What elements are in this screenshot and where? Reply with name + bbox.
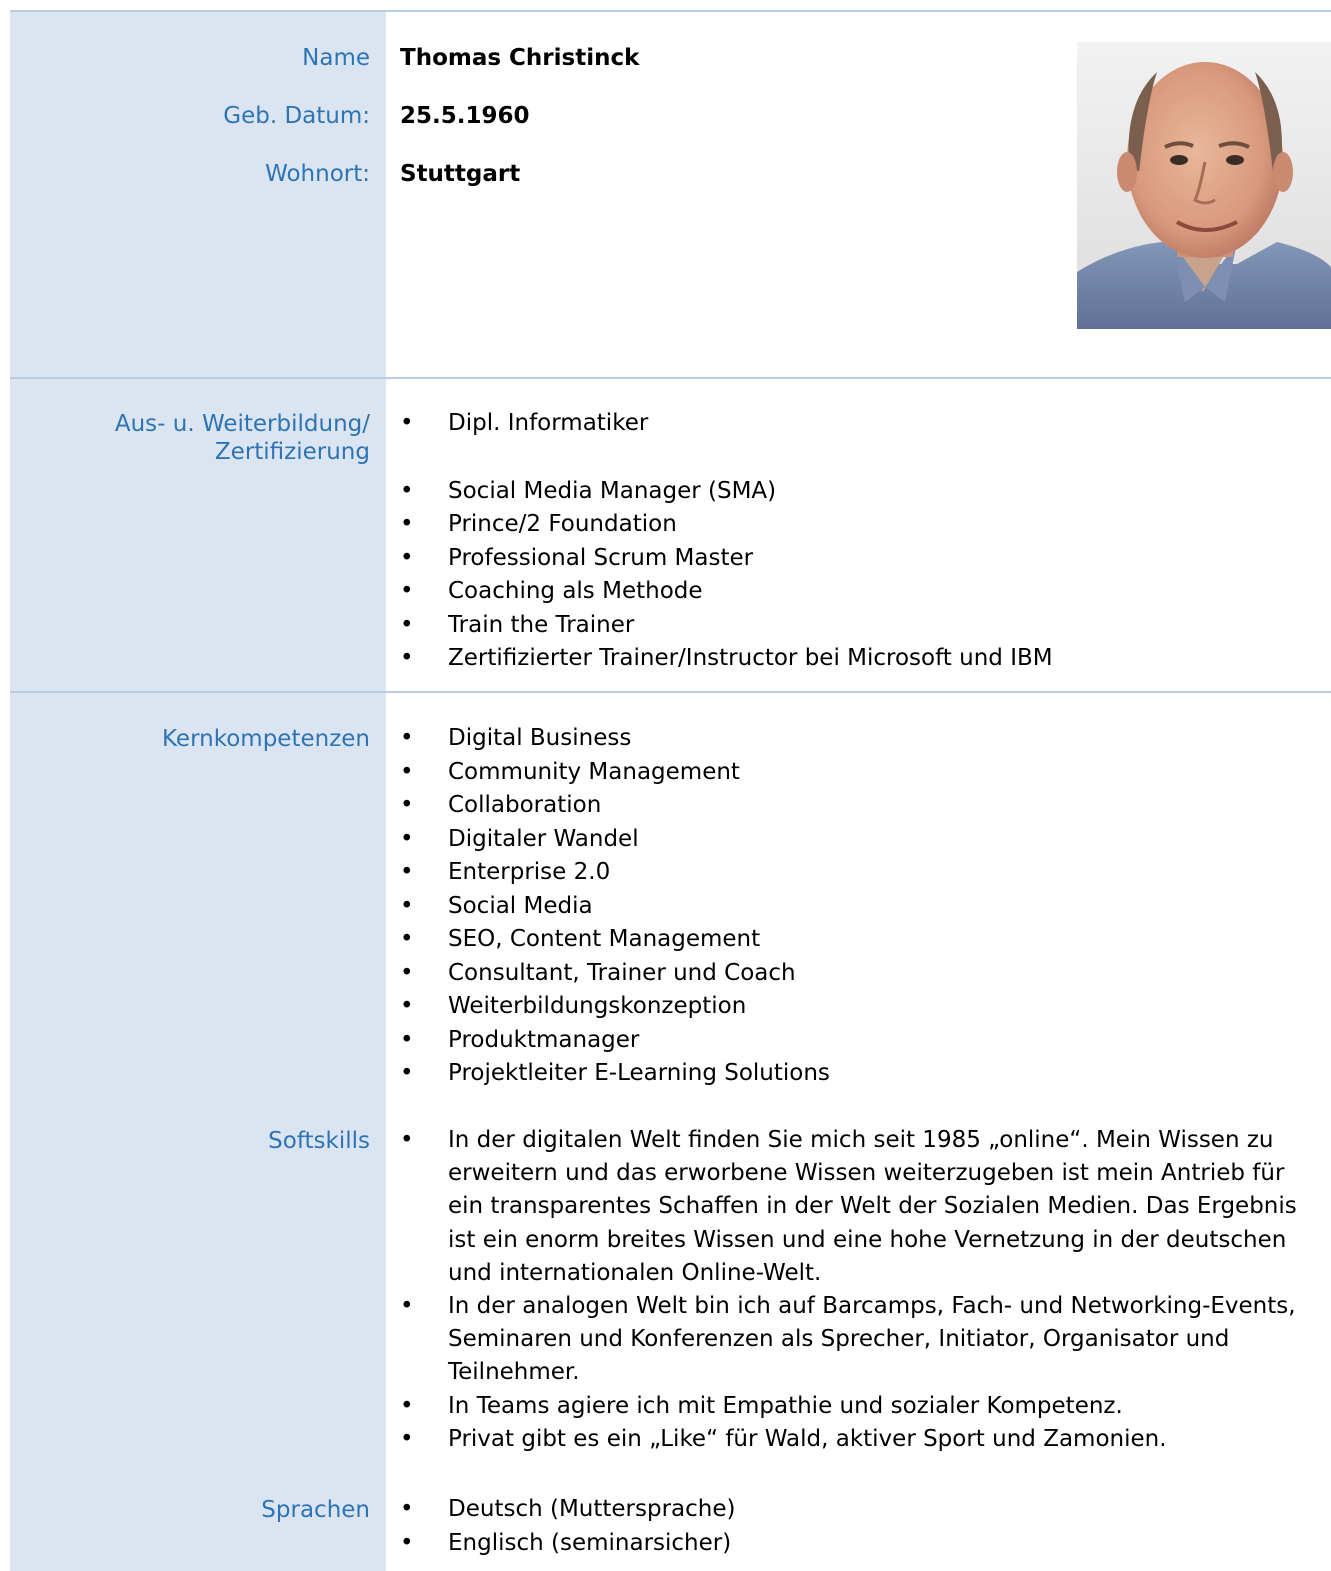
list-item: Collaboration	[386, 789, 1326, 823]
education-list: Dipl. Informatiker Social Media Manager …	[386, 407, 1326, 676]
birth-date-label: Geb. Datum:	[223, 103, 370, 129]
list-item: Social Media	[386, 890, 1326, 924]
list-item: Dipl. Informatiker	[386, 407, 1326, 441]
list-item: Prince/2 Foundation	[386, 508, 1326, 542]
list-item: Produktmanager	[386, 1024, 1326, 1058]
languages-list: Deutsch (Muttersprache) Englisch (semina…	[386, 1493, 1326, 1560]
list-item: Deutsch (Muttersprache)	[386, 1493, 1326, 1527]
list-item: Projektleiter E-Learning Solutions	[386, 1057, 1326, 1091]
list-item: Social Media Manager (SMA)	[386, 475, 1326, 509]
list-item: Digitaler Wandel	[386, 823, 1326, 857]
list-item: Weiterbildungskonzeption	[386, 990, 1326, 1024]
list-item: In der analogen Welt bin ich auf Barcamp…	[386, 1290, 1326, 1390]
divider-top	[10, 10, 1331, 12]
list-item: Zertifizierter Trainer/Instructor bei Mi…	[386, 642, 1326, 676]
list-item: Digital Business	[386, 722, 1326, 756]
list-item: Train the Trainer	[386, 609, 1326, 643]
list-item: Coaching als Methode	[386, 575, 1326, 609]
portrait-photo	[1077, 42, 1331, 329]
list-item: In der digitalen Welt finden Sie mich se…	[386, 1124, 1326, 1290]
list-item: SEO, Content Management	[386, 923, 1326, 957]
birth-date-value: 25.5.1960	[400, 103, 530, 129]
list-item: Consultant, Trainer und Coach	[386, 957, 1326, 991]
core-competencies-label: Kernkompetenzen	[162, 726, 370, 752]
list-item: Professional Scrum Master	[386, 542, 1326, 576]
residence-label: Wohnort:	[265, 161, 370, 187]
list-item: Enterprise 2.0	[386, 856, 1326, 890]
divider-core	[10, 691, 1331, 693]
education-label-line2: Zertifizierung	[214, 439, 370, 465]
list-item: Englisch (seminarsicher)	[386, 1527, 1326, 1561]
list-item: Community Management	[386, 756, 1326, 790]
education-label: Aus- u. Weiterbildung/ Zertifizierung	[10, 410, 370, 466]
divider-education	[10, 377, 1331, 379]
core-competencies-list: Digital Business Community Management Co…	[386, 722, 1326, 1091]
label-column-background	[10, 10, 386, 1571]
softskills-label: Softskills	[268, 1128, 370, 1154]
list-item: Privat gibt es ein „Like“ für Wald, akti…	[386, 1423, 1326, 1456]
name-value: Thomas Christinck	[400, 45, 640, 71]
residence-value: Stuttgart	[400, 161, 521, 187]
list-item: In Teams agiere ich mit Empathie und soz…	[386, 1390, 1326, 1423]
name-label: Name	[302, 45, 370, 71]
softskills-list: In der digitalen Welt finden Sie mich se…	[386, 1124, 1326, 1456]
education-label-line1: Aus- u. Weiterbildung/	[114, 411, 370, 437]
languages-label: Sprachen	[261, 1497, 370, 1523]
